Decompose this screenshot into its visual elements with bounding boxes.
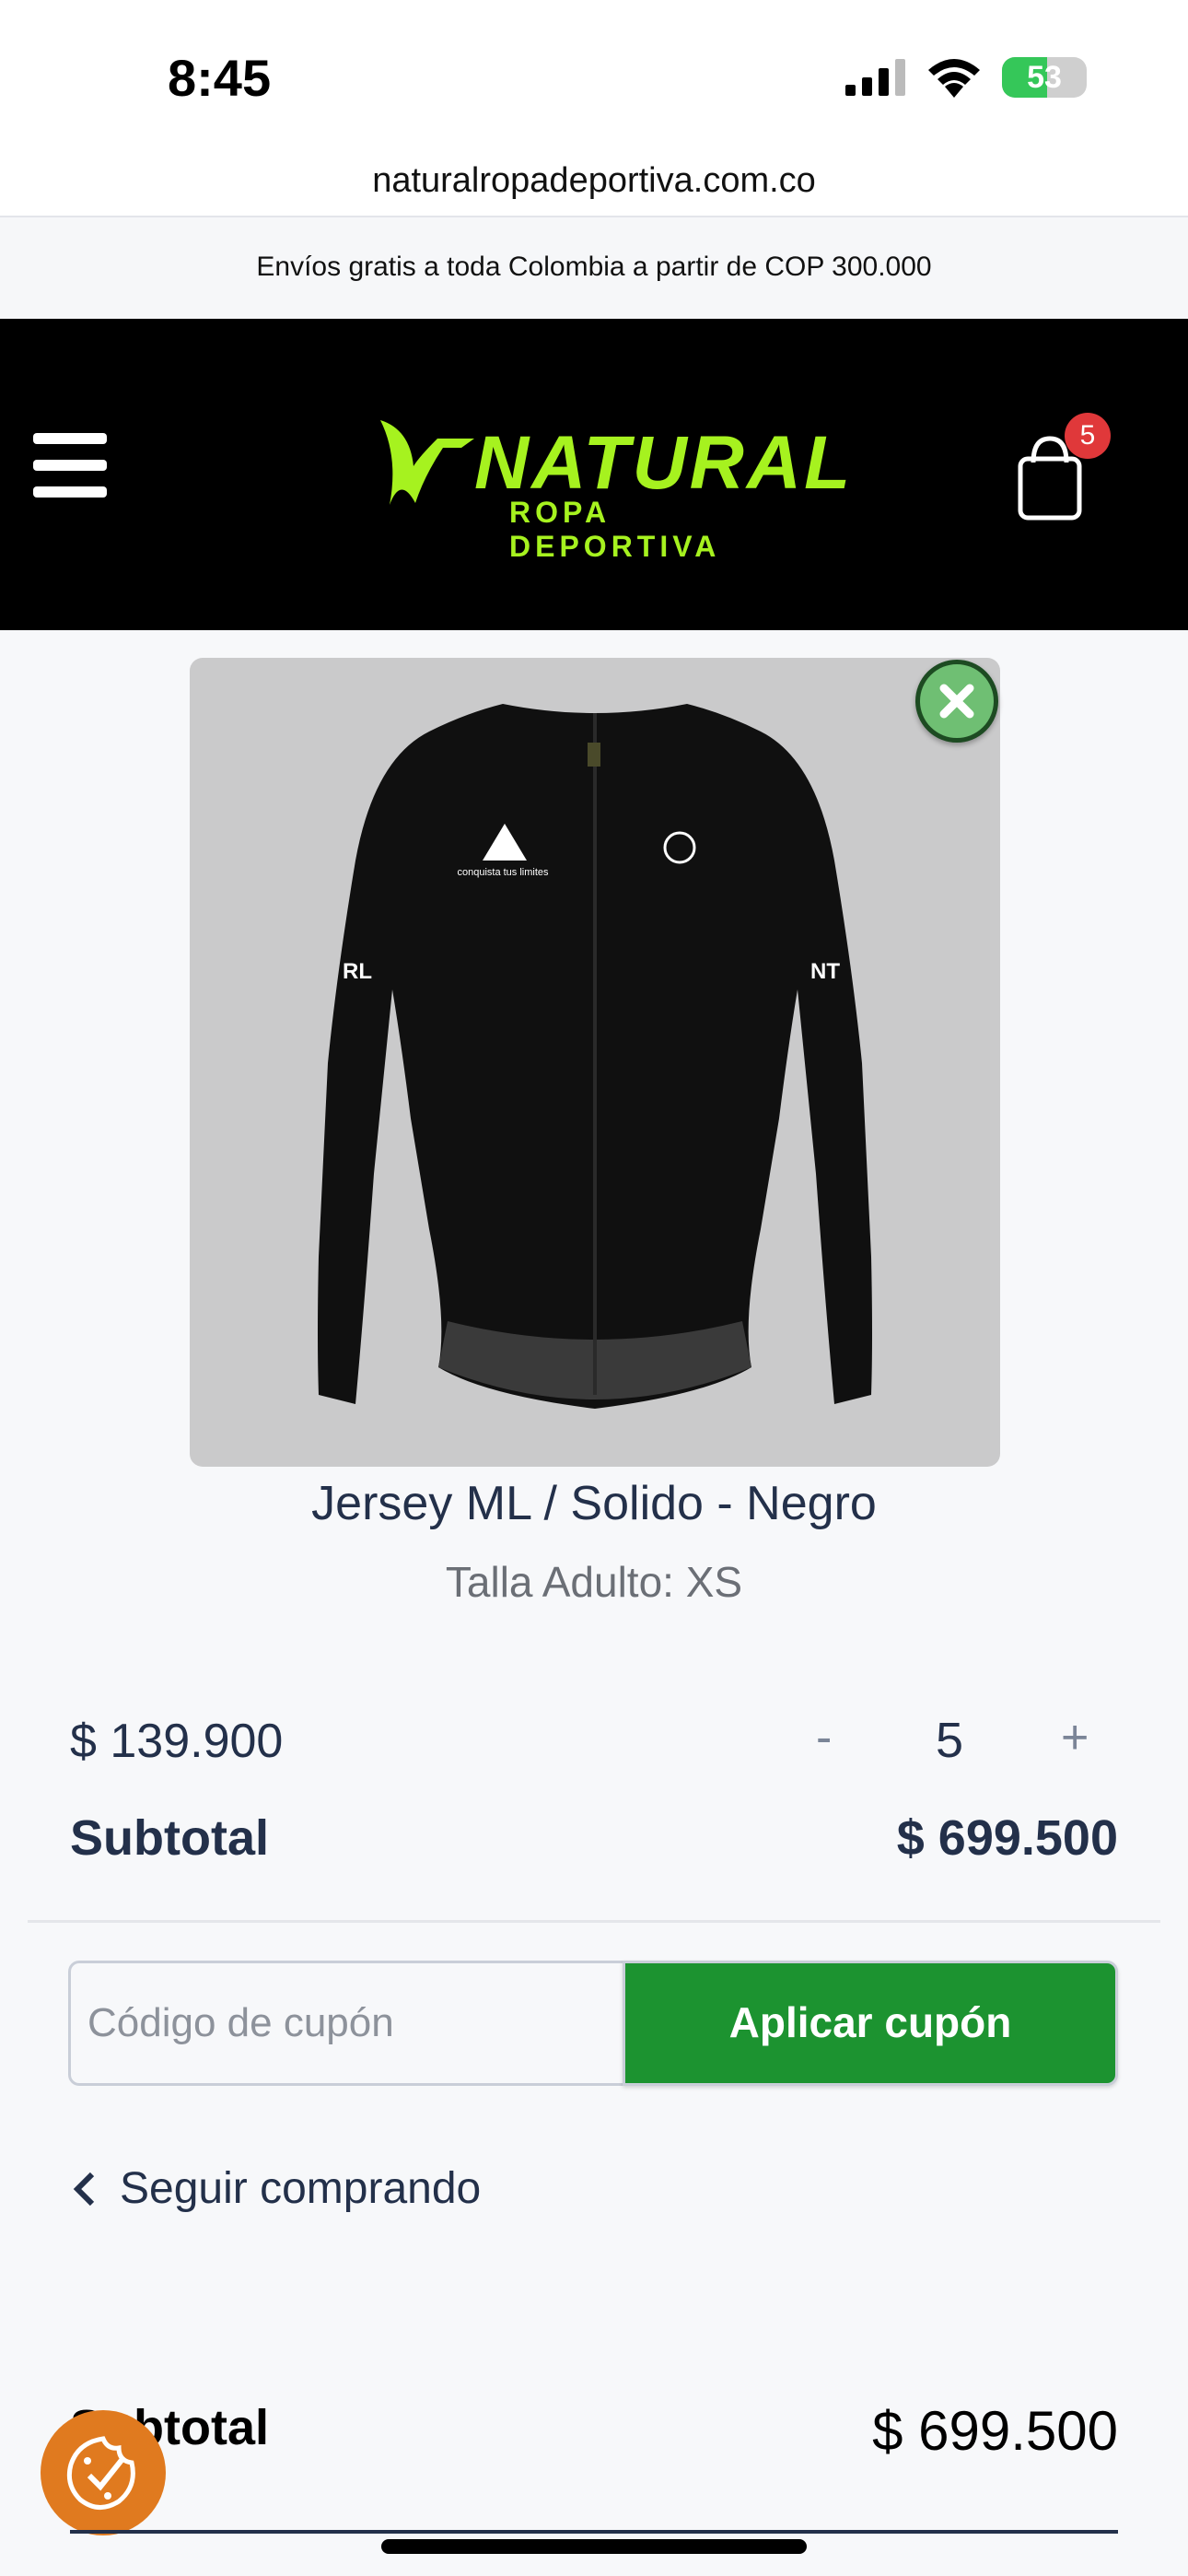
cookie-icon [66,2436,135,2510]
product-variant: Talla Adulto: XS [445,1558,743,1606]
logo-swoosh-icon [380,420,474,505]
cellular-signal-icon [845,59,905,96]
quantity-value: 5 [936,1713,964,1768]
status-icons: 53 [845,57,1087,98]
home-indicator[interactable] [381,2539,807,2554]
unit-price: $ 139.900 [70,1715,284,1768]
battery-icon: 53 [1002,57,1087,98]
continue-shopping-label: Seguir comprando [120,2164,482,2213]
close-icon [939,684,974,719]
product-name[interactable]: Jersey ML / Solido - Negro [0,1476,1188,1531]
cart-subtotal-value: $ 699.500 [872,2400,1118,2462]
cookie-consent-button[interactable] [41,2410,166,2535]
summary-divider [70,2530,1118,2534]
logo-text-sub: ROPA DEPORTIVA [509,496,721,563]
status-bar: 8:45 53 [0,0,1188,147]
coupon-code-input[interactable] [68,1961,658,2086]
site-header: NATURAL ROPA DEPORTIVA 5 [0,319,1188,630]
brand-logo[interactable]: NATURAL ROPA DEPORTIVA [373,420,850,563]
cart-count-badge: 5 [1065,413,1111,459]
remove-item-button[interactable] [915,660,998,743]
product-image: conquista tus limites RL NT [190,658,1000,1467]
wifi-icon [928,59,980,98]
logo-text-main: NATURAL [474,421,854,505]
status-time: 8:45 [168,49,272,107]
jersey-chest-text: conquista tus limites [457,867,549,878]
apply-coupon-button[interactable]: Aplicar cupón [623,1961,1118,2086]
continue-shopping-link[interactable]: Seguir comprando [72,2163,481,2214]
item-subtotal-label: Subtotal [70,1810,269,1866]
url-bar[interactable]: naturalropadeportiva.com.co [0,147,1188,217]
battery-percent: 53 [1027,59,1062,95]
quantity-increase-button[interactable]: + [1061,1710,1089,1765]
hamburger-menu-icon[interactable] [33,433,107,498]
promo-banner: Envíos gratis a toda Colombia a partir d… [0,217,1188,319]
jersey-sleeve-left-text: RL [343,959,372,984]
jersey-illustration: conquista tus limites RL NT [318,704,872,1409]
chevron-left-icon [73,2172,95,2206]
item-subtotal-value: $ 699.500 [896,1810,1118,1866]
divider [28,1920,1160,1923]
quantity-decrease-button[interactable]: - [816,1710,832,1765]
jersey-sleeve-right-text: NT [810,959,840,984]
